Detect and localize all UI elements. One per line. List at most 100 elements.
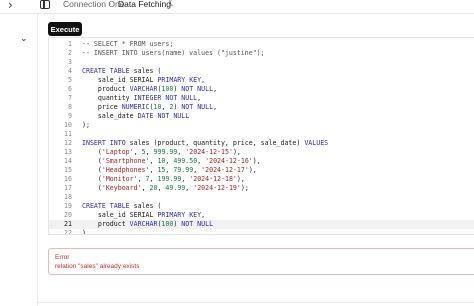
code-token: NUMERIC	[121, 103, 150, 111]
moon-icon[interactable]: ☾	[168, 0, 177, 9]
code-line[interactable]: 22)	[49, 229, 474, 235]
code-line[interactable]: 4 CREATE TABLE sales (	[49, 67, 474, 76]
code-line[interactable]: 19 CREATE TABLE sales (	[49, 202, 474, 211]
error-title: Error	[55, 254, 70, 261]
code-token: ,	[137, 175, 146, 183]
code-token: ),	[236, 175, 245, 183]
code-line[interactable]: 3	[49, 58, 474, 67]
code-line[interactable]: 20 sale_id SERIAL PRIMARY KEY,	[49, 211, 474, 220]
line-number: 19	[64, 202, 72, 210]
code-token: 'Headphones'	[101, 166, 150, 174]
code-token: quantity	[82, 94, 134, 102]
code-token: 'Laptop'	[101, 148, 134, 156]
code-token: VARCHAR	[129, 220, 158, 228]
code-token: )	[82, 229, 86, 235]
code-token: ,	[197, 94, 202, 102]
code-line[interactable]: 2 -- INSERT INTO users(name) values ("jus…	[49, 49, 474, 58]
code-token: -- SELECT * FROM users;	[82, 40, 174, 48]
line-number: 8	[68, 103, 72, 111]
code-token: 999.99	[153, 148, 178, 156]
code-line[interactable]: 15 ('Headphones', 15, 79.99, '2024-12-17…	[49, 166, 474, 175]
code-text: ('Keyboard', 20, 49.99, '2024-12-19');	[82, 184, 249, 193]
code-token: -- INSERT INTO users(name) values ("just…	[82, 49, 265, 57]
code-token: ),	[252, 157, 261, 165]
code-text: CREATE TABLE sales (	[82, 67, 161, 76]
code-line[interactable]: 18	[49, 193, 474, 202]
code-token: (	[82, 175, 102, 183]
code-text: -- INSERT INTO users(name) values ("just…	[82, 49, 265, 58]
line-number: 21	[64, 220, 72, 228]
line-number: 1	[68, 40, 72, 48]
chevron-right-icon[interactable]: ›	[8, 0, 13, 12]
code-token: 100	[161, 85, 174, 93]
code-token: NOT NULL	[157, 112, 190, 120]
code-token: CREATE TABLE	[82, 202, 130, 210]
code-line[interactable]: 21 product VARCHAR(100) NOT NULL	[49, 220, 474, 229]
line-number: 22	[64, 229, 72, 235]
code-token: price	[82, 103, 122, 111]
breadcrumb-separator-icon: ›	[108, 0, 112, 8]
code-text: CREATE TABLE sales (	[82, 202, 161, 211]
code-line[interactable]: 8 price NUMERIC(10, 2) NOT NULL,	[49, 103, 474, 112]
code-token: (	[82, 184, 102, 192]
code-token: sales (	[129, 67, 162, 75]
code-token: INSERT INTO	[82, 139, 126, 147]
sql-editor[interactable]: 1 -- SELECT * FROM users; 2 -- INSERT INTO …	[48, 37, 474, 235]
code-token: ,	[145, 148, 154, 156]
code-token: '2024-12-15'	[185, 148, 233, 156]
line-number: 12	[64, 139, 72, 147]
code-token: VARCHAR	[129, 85, 158, 93]
code-line[interactable]: 13 ('Laptop', 5, 999.99, '2024-12-15'),	[49, 148, 474, 157]
code-line[interactable]: 5 sale_id SERIAL PRIMARY KEY,	[49, 76, 474, 85]
code-text: -- SELECT * FROM users;	[82, 40, 173, 49]
code-line[interactable]: 10);	[49, 121, 474, 130]
sidebar-panel-icon[interactable]	[40, 0, 50, 9]
code-token: ),	[248, 166, 257, 174]
code-token: 100	[161, 220, 174, 228]
code-token: (	[82, 166, 102, 174]
code-token: sale_id SERIAL	[82, 76, 158, 84]
top-bar: › Connection One › Data Fetching ☾	[0, 0, 474, 14]
code-line[interactable]: 9 sale_date DATE NOT NULL	[49, 112, 474, 121]
code-line[interactable]: 1 -- SELECT * FROM users;	[49, 40, 474, 49]
code-token: );	[240, 184, 249, 192]
code-token: '2024-12-16'	[205, 157, 253, 165]
code-line[interactable]: 6 product VARCHAR(100) NOT NULL,	[49, 85, 474, 94]
sidebar-divider	[37, 14, 38, 306]
code-token: 199.99	[157, 175, 182, 183]
line-number: 17	[64, 184, 72, 192]
breadcrumb-connection[interactable]: Connection One	[63, 0, 124, 9]
code-line[interactable]: 14 ('Smartphone', 10, 499.50, '2024-12-1…	[49, 157, 474, 166]
code-token: VALUES	[304, 139, 329, 147]
code-text: ('Smartphone', 10, 499.50, '2024-12-16')…	[82, 157, 261, 166]
line-number: 7	[68, 94, 72, 102]
code-token: 'Keyboard'	[101, 184, 142, 192]
error-message: relation "sales" already exists	[55, 263, 140, 270]
code-line[interactable]: 11	[49, 130, 474, 139]
code-line[interactable]: 17 ('Keyboard', 20, 49.99, '2024-12-19')…	[49, 184, 474, 193]
code-token: INTEGER	[133, 94, 162, 102]
code-token: sale_id SERIAL	[82, 211, 158, 219]
code-token: CREATE TABLE	[82, 67, 130, 75]
code-token: PRIMARY KEY	[157, 76, 202, 84]
code-token: 79.99	[173, 166, 194, 174]
code-line[interactable]: 16 ('Monitor', 7, 199.99, '2024-12-18'),	[49, 175, 474, 184]
code-line[interactable]: 12 INSERT INTO sales (product, quantity, …	[49, 139, 474, 148]
code-line[interactable]: 7 quantity INTEGER NOT NULL,	[49, 94, 474, 103]
line-number: 15	[64, 166, 72, 174]
line-number: 4	[68, 67, 72, 75]
line-number: 14	[64, 157, 72, 165]
code-token: (	[82, 157, 102, 165]
code-token: product	[82, 85, 130, 93]
code-token: sales (product, quantity, price, sale_da…	[125, 139, 305, 147]
line-number: 20	[64, 211, 72, 219]
line-number: 3	[68, 58, 72, 66]
line-number: 10	[64, 121, 72, 129]
code-token: '2024-12-19'	[193, 184, 241, 192]
code-text: );	[82, 121, 90, 130]
chevron-down-icon[interactable]: ⌄	[20, 34, 28, 44]
code-token: PRIMARY KEY	[157, 211, 202, 219]
code-text: product VARCHAR(100) NOT NULL,	[82, 85, 217, 94]
execute-button[interactable]: Execute	[48, 22, 82, 36]
code-token: ,	[213, 103, 218, 111]
